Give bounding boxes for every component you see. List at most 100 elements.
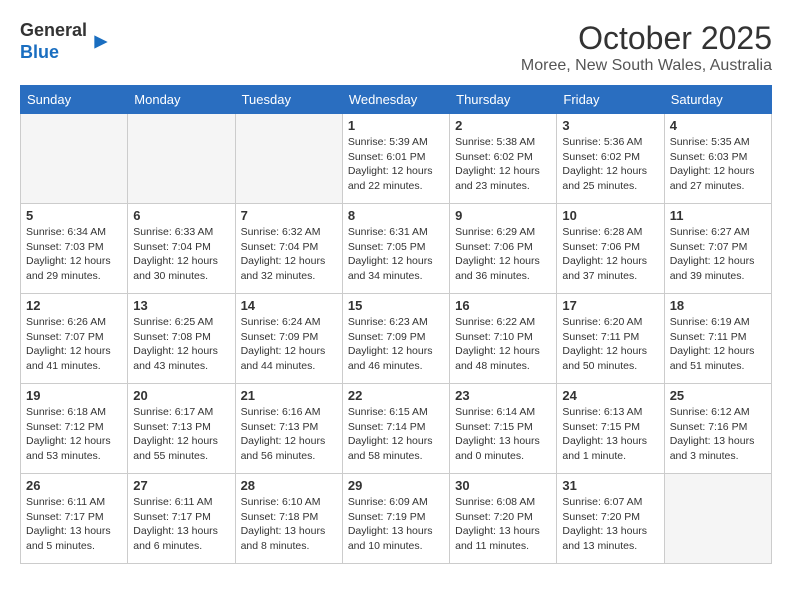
day-info: Sunrise: 6:33 AMSunset: 7:04 PMDaylight:… — [133, 225, 229, 284]
day-number: 26 — [26, 478, 122, 493]
day-info: Sunrise: 6:10 AMSunset: 7:18 PMDaylight:… — [241, 495, 337, 554]
day-header-wednesday: Wednesday — [342, 86, 449, 114]
day-number: 7 — [241, 208, 337, 223]
day-info: Sunrise: 6:22 AMSunset: 7:10 PMDaylight:… — [455, 315, 551, 374]
day-header-saturday: Saturday — [664, 86, 771, 114]
day-number: 1 — [348, 118, 444, 133]
day-info: Sunrise: 6:28 AMSunset: 7:06 PMDaylight:… — [562, 225, 658, 284]
day-info: Sunrise: 6:23 AMSunset: 7:09 PMDaylight:… — [348, 315, 444, 374]
calendar-cell: 22 Sunrise: 6:15 AMSunset: 7:14 PMDayligh… — [342, 384, 449, 474]
day-header-thursday: Thursday — [450, 86, 557, 114]
calendar-cell: 9Sunrise: 6:29 AMSunset: 7:06 PMDaylight… — [450, 204, 557, 294]
calendar-week-3: 12 Sunrise: 6:26 AMSunset: 7:07 PMDayligh… — [21, 294, 772, 384]
day-info: Sunrise: 5:35 AMSunset: 6:03 PMDaylight:… — [670, 135, 766, 194]
calendar-cell: 30Sunrise: 6:08 AMSunset: 7:20 PMDayligh… — [450, 474, 557, 564]
calendar-cell: 24Sunrise: 6:13 AMSunset: 7:15 PMDayligh… — [557, 384, 664, 474]
day-info: Sunrise: 6:11 AMSunset: 7:17 PMDaylight:… — [26, 495, 122, 554]
day-number: 13 — [133, 298, 229, 313]
calendar-cell: 16Sunrise: 6:22 AMSunset: 7:10 PMDayligh… — [450, 294, 557, 384]
calendar-cell: 3 Sunrise: 5:36 AMSunset: 6:02 PMDaylight… — [557, 114, 664, 204]
calendar-cell: 7 Sunrise: 6:32 AMSunset: 7:04 PMDaylight… — [235, 204, 342, 294]
calendar-cell: 31 Sunrise: 6:07 AMSunset: 7:20 PMDayligh… — [557, 474, 664, 564]
day-number: 17 — [562, 298, 658, 313]
calendar-title: October 2025 — [521, 20, 772, 57]
day-info: Sunrise: 6:11 AMSunset: 7:17 PMDaylight:… — [133, 495, 229, 554]
logo-line2: Blue — [20, 42, 87, 64]
calendar-cell: 14 Sunrise: 6:24 AMSunset: 7:09 PMDayligh… — [235, 294, 342, 384]
day-number: 15 — [348, 298, 444, 313]
day-header-monday: Monday — [128, 86, 235, 114]
day-info: Sunrise: 6:29 AMSunset: 7:06 PMDaylight:… — [455, 225, 551, 284]
calendar-cell: 18 Sunrise: 6:19 AMSunset: 7:11 PMDayligh… — [664, 294, 771, 384]
day-info: Sunrise: 6:26 AMSunset: 7:07 PMDaylight:… — [26, 315, 122, 374]
calendar-cell: 28 Sunrise: 6:10 AMSunset: 7:18 PMDayligh… — [235, 474, 342, 564]
day-number: 21 — [241, 388, 337, 403]
day-header-friday: Friday — [557, 86, 664, 114]
day-number: 28 — [241, 478, 337, 493]
calendar-cell: 11 Sunrise: 6:27 AMSunset: 7:07 PMDayligh… — [664, 204, 771, 294]
day-number: 19 — [26, 388, 122, 403]
calendar-cell: 6 Sunrise: 6:33 AMSunset: 7:04 PMDaylight… — [128, 204, 235, 294]
day-number: 29 — [348, 478, 444, 493]
day-info: Sunrise: 6:34 AMSunset: 7:03 PMDaylight:… — [26, 225, 122, 284]
day-info: Sunrise: 6:27 AMSunset: 7:07 PMDaylight:… — [670, 225, 766, 284]
calendar-cell: 12 Sunrise: 6:26 AMSunset: 7:07 PMDayligh… — [21, 294, 128, 384]
day-number: 20 — [133, 388, 229, 403]
calendar-cell: 25 Sunrise: 6:12 AMSunset: 7:16 PMDayligh… — [664, 384, 771, 474]
logo: General Blue — [20, 20, 111, 63]
calendar-cell: 5 Sunrise: 6:34 AMSunset: 7:03 PMDaylight… — [21, 204, 128, 294]
calendar-cell: 29 Sunrise: 6:09 AMSunset: 7:19 PMDayligh… — [342, 474, 449, 564]
day-number: 8 — [348, 208, 444, 223]
day-info: Sunrise: 6:18 AMSunset: 7:12 PMDaylight:… — [26, 405, 122, 464]
calendar-cell — [128, 114, 235, 204]
day-number: 31 — [562, 478, 658, 493]
day-info: Sunrise: 5:36 AMSunset: 6:02 PMDaylight:… — [562, 135, 658, 194]
day-number: 25 — [670, 388, 766, 403]
calendar-cell — [235, 114, 342, 204]
calendar-week-2: 5 Sunrise: 6:34 AMSunset: 7:03 PMDaylight… — [21, 204, 772, 294]
day-info: Sunrise: 6:31 AMSunset: 7:05 PMDaylight:… — [348, 225, 444, 284]
calendar-cell: 23Sunrise: 6:14 AMSunset: 7:15 PMDayligh… — [450, 384, 557, 474]
day-info: Sunrise: 6:08 AMSunset: 7:20 PMDaylight:… — [455, 495, 551, 554]
day-number: 18 — [670, 298, 766, 313]
day-info: Sunrise: 6:12 AMSunset: 7:16 PMDaylight:… — [670, 405, 766, 464]
day-info: Sunrise: 6:16 AMSunset: 7:13 PMDaylight:… — [241, 405, 337, 464]
calendar-cell: 10Sunrise: 6:28 AMSunset: 7:06 PMDayligh… — [557, 204, 664, 294]
day-info: Sunrise: 6:07 AMSunset: 7:20 PMDaylight:… — [562, 495, 658, 554]
day-info: Sunrise: 6:19 AMSunset: 7:11 PMDaylight:… — [670, 315, 766, 374]
calendar-week-4: 19 Sunrise: 6:18 AMSunset: 7:12 PMDayligh… — [21, 384, 772, 474]
calendar-cell: 26 Sunrise: 6:11 AMSunset: 7:17 PMDayligh… — [21, 474, 128, 564]
calendar-table: SundayMondayTuesdayWednesdayThursdayFrid… — [20, 85, 772, 564]
day-info: Sunrise: 6:32 AMSunset: 7:04 PMDaylight:… — [241, 225, 337, 284]
day-info: Sunrise: 6:17 AMSunset: 7:13 PMDaylight:… — [133, 405, 229, 464]
page-header: General Blue October 2025 Moree, New Sou… — [20, 20, 772, 75]
calendar-cell: 4Sunrise: 5:35 AMSunset: 6:03 PMDaylight… — [664, 114, 771, 204]
calendar-cell: 19 Sunrise: 6:18 AMSunset: 7:12 PMDayligh… — [21, 384, 128, 474]
day-info: Sunrise: 6:15 AMSunset: 7:14 PMDaylight:… — [348, 405, 444, 464]
day-number: 2 — [455, 118, 551, 133]
day-info: Sunrise: 5:38 AMSunset: 6:02 PMDaylight:… — [455, 135, 551, 194]
calendar-cell — [664, 474, 771, 564]
day-number: 12 — [26, 298, 122, 313]
logo-line1: General — [20, 20, 87, 42]
day-number: 14 — [241, 298, 337, 313]
day-number: 3 — [562, 118, 658, 133]
calendar-cell: 17Sunrise: 6:20 AMSunset: 7:11 PMDayligh… — [557, 294, 664, 384]
day-info: Sunrise: 6:09 AMSunset: 7:19 PMDaylight:… — [348, 495, 444, 554]
day-number: 22 — [348, 388, 444, 403]
calendar-cell: 13Sunrise: 6:25 AMSunset: 7:08 PMDayligh… — [128, 294, 235, 384]
day-number: 11 — [670, 208, 766, 223]
title-section: October 2025 Moree, New South Wales, Aus… — [521, 20, 772, 75]
calendar-cell: 8 Sunrise: 6:31 AMSunset: 7:05 PMDaylight… — [342, 204, 449, 294]
day-header-tuesday: Tuesday — [235, 86, 342, 114]
day-number: 24 — [562, 388, 658, 403]
day-header-sunday: Sunday — [21, 86, 128, 114]
day-number: 6 — [133, 208, 229, 223]
day-number: 5 — [26, 208, 122, 223]
calendar-header-row: SundayMondayTuesdayWednesdayThursdayFrid… — [21, 86, 772, 114]
calendar-subtitle: Moree, New South Wales, Australia — [521, 57, 772, 75]
calendar-week-5: 26 Sunrise: 6:11 AMSunset: 7:17 PMDayligh… — [21, 474, 772, 564]
calendar-cell: 21 Sunrise: 6:16 AMSunset: 7:13 PMDayligh… — [235, 384, 342, 474]
day-info: Sunrise: 6:24 AMSunset: 7:09 PMDaylight:… — [241, 315, 337, 374]
logo-icon — [91, 32, 111, 52]
